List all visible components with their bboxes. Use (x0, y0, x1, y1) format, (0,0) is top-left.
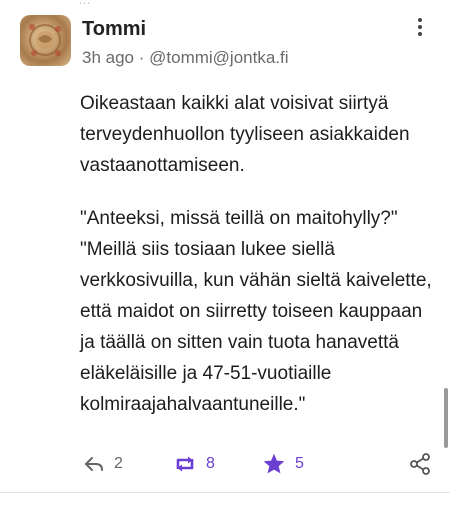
post-content: Oikeastaan kaikki alat voisivat siirtyä … (80, 88, 435, 420)
star-icon (263, 453, 285, 474)
post-divider (0, 492, 450, 493)
scrollbar[interactable] (444, 388, 448, 448)
boost-icon (176, 456, 194, 472)
post-meta: 3h ago · @tommi@jontka.fi (82, 48, 289, 68)
meta-separator: · (138, 48, 145, 67)
boost-button[interactable]: 8 (172, 452, 215, 476)
post-paragraph: Oikeastaan kaikki alat voisivat siirtyä … (80, 93, 410, 176)
previous-post-fragment: … (0, 0, 450, 10)
quote-line: "Meillä siis tosiaan lukee siellä verkko… (80, 239, 432, 415)
reply-icon (85, 457, 103, 471)
favourite-count: 5 (295, 455, 304, 472)
avatar-image (29, 24, 61, 56)
share-icon (410, 453, 430, 475)
action-bar: 2 8 5 (0, 446, 450, 482)
more-vertical-icon[interactable] (408, 16, 432, 40)
timestamp[interactable]: 3h ago (82, 48, 134, 67)
author-name[interactable]: Tommi (82, 18, 146, 41)
avatar[interactable] (20, 15, 71, 66)
quote-line: "Anteeksi, missä teillä on maitohylly?" (80, 208, 398, 229)
reply-count: 2 (114, 455, 123, 472)
reply-button[interactable]: 2 (82, 452, 123, 476)
share-button[interactable] (408, 452, 432, 476)
author-handle[interactable]: @tommi@jontka.fi (149, 48, 288, 67)
favourite-button[interactable]: 5 (261, 452, 304, 476)
previous-post-text: … (78, 0, 91, 7)
boost-count: 8 (206, 455, 215, 472)
post-paragraph: "Anteeksi, missä teillä on maitohylly?" … (80, 203, 435, 420)
